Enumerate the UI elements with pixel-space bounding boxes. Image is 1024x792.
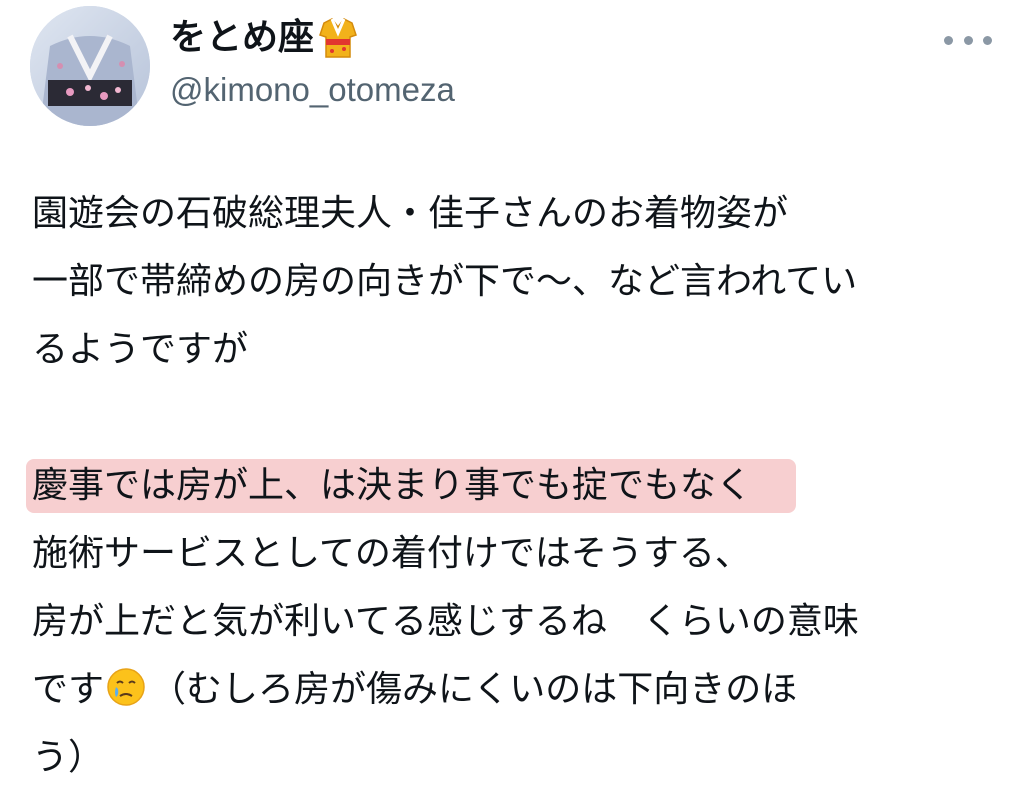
- avatar[interactable]: [30, 6, 150, 126]
- tweet-line: 房が上だと気が利いてる感じするね くらいの意味: [32, 601, 859, 642]
- tweet-card: をとめ座 @kimono_otomeza 園遊会の石破総理夫人・佳子さんのお着物…: [0, 0, 1024, 778]
- tweet-line: 施術サービスとしての着付けではそうする、: [32, 533, 751, 574]
- user-handle[interactable]: @kimono_otomeza: [170, 64, 455, 116]
- tweet-line: 園遊会の石破総理夫人・佳子さんのお着物姿が: [32, 193, 789, 234]
- more-dot: [963, 35, 973, 45]
- tweet-text: 園遊会の石破総理夫人・佳子さんのお着物姿が 一部で帯締めの房の向きが下で〜、など…: [26, 180, 1002, 792]
- tweet-line: う）: [32, 737, 105, 778]
- display-name[interactable]: をとめ座: [170, 12, 314, 64]
- tweet-line: るようですが: [32, 329, 249, 370]
- more-options-button[interactable]: [944, 28, 992, 52]
- name-row: をとめ座: [170, 12, 455, 64]
- more-horizontal-icon: [944, 35, 953, 45]
- tweet-line: 一部で帯締めの房の向きが下で〜、など言われてい: [32, 261, 858, 302]
- kimono-emoji-icon: [318, 15, 358, 61]
- highlighted-text: 慶事では房が上、は決まり事でも掟でもなく: [26, 459, 797, 513]
- tweet-line-text: （むしろ房が傷みにくいのは下向きのほ: [150, 669, 798, 710]
- author-block: をとめ座 @kimono_otomeza: [170, 12, 455, 116]
- tweet-line-highlighted: 慶事では房が上、は決まり事でも掟でもなく: [26, 452, 1002, 520]
- tweet-line-with-emoji: です （むしろ房が傷みにくいのは下向きのほ: [32, 656, 1002, 724]
- avatar-image: [30, 6, 150, 126]
- crying-face-emoji-icon: [106, 662, 146, 706]
- tweet-line-text: です: [32, 669, 105, 710]
- more-dot: [983, 35, 992, 45]
